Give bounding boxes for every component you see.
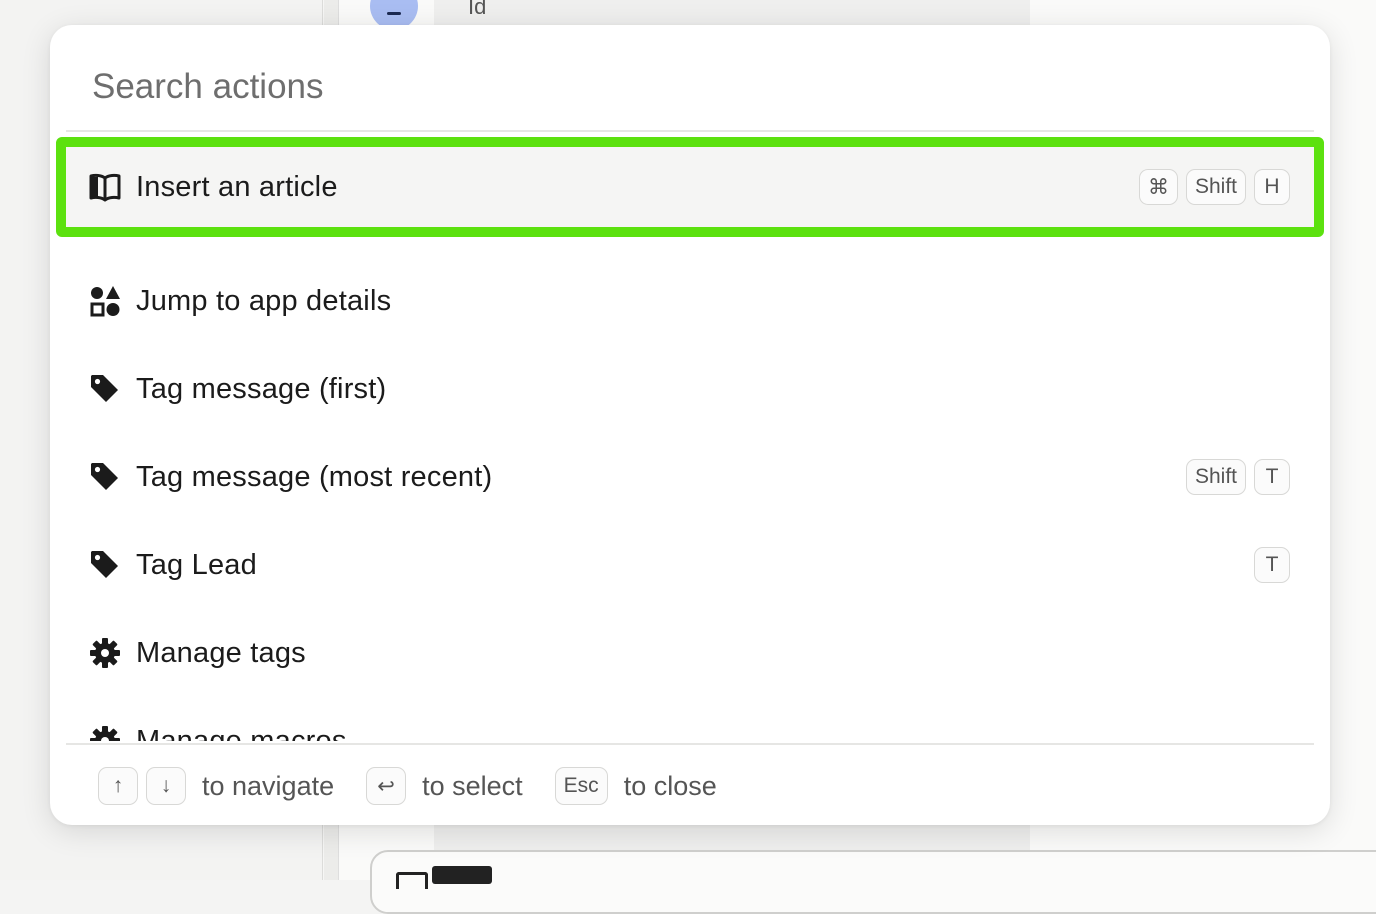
background-card <box>370 850 1376 914</box>
search-input[interactable] <box>90 61 1194 113</box>
background-card-icon <box>396 872 428 889</box>
arrow-down-icon: ↓ <box>146 767 186 805</box>
tag-icon <box>88 460 122 494</box>
background-id-label: Id <box>468 0 486 20</box>
background-card-text <box>432 866 492 884</box>
action-label: Tag message (first) <box>136 373 386 406</box>
action-item-tag-message-first[interactable]: Tag message (first) <box>66 350 1314 428</box>
action-item-jump-app-details[interactable]: Jump to app details <box>66 262 1314 340</box>
action-label: Tag Lead <box>136 549 257 582</box>
close-hint-group: Esc to close <box>555 767 749 805</box>
shortcut-key: Shift <box>1186 459 1246 495</box>
book-open-icon <box>88 170 122 204</box>
action-label: Manage tags <box>136 637 306 670</box>
shortcut-keys: ⌘ Shift H <box>1139 169 1290 205</box>
tag-icon <box>88 372 122 406</box>
navigate-hint-group: ↑ ↓ to navigate <box>98 767 366 805</box>
action-item-tag-message-recent[interactable]: Tag message (most recent) Shift T <box>66 438 1314 516</box>
arrow-up-icon: ↑ <box>98 767 138 805</box>
action-label: Insert an article <box>136 171 338 204</box>
palette-footer: ↑ ↓ to navigate ↩ to select Esc to close <box>66 743 1314 825</box>
select-hint-group: ↩ to select <box>366 767 555 805</box>
shortcut-key: T <box>1254 547 1290 583</box>
action-item-insert-article[interactable]: Insert an article ⌘ Shift H <box>56 137 1324 237</box>
action-item-tag-lead[interactable]: Tag Lead T <box>66 526 1314 604</box>
gear-icon <box>88 636 122 670</box>
action-list: Insert an article ⌘ Shift H Jump to app … <box>50 133 1330 741</box>
apps-shapes-icon <box>88 284 122 318</box>
shortcut-keys: T <box>1254 547 1290 583</box>
tag-icon <box>88 548 122 582</box>
navigate-hint: to navigate <box>202 771 334 802</box>
gear-icon <box>88 724 122 741</box>
action-item-manage-tags[interactable]: Manage tags <box>66 614 1314 692</box>
shortcut-key: T <box>1254 459 1290 495</box>
select-hint: to select <box>422 771 523 802</box>
search-bar <box>66 25 1314 132</box>
action-item-manage-macros[interactable]: Manage macros <box>66 702 1314 741</box>
command-palette: Insert an article ⌘ Shift H Jump to app … <box>50 25 1330 825</box>
action-label: Tag message (most recent) <box>136 461 492 494</box>
shortcut-keys: Shift T <box>1186 459 1290 495</box>
close-hint: to close <box>624 771 717 802</box>
enter-key-icon: ↩ <box>366 767 406 805</box>
action-label: Jump to app details <box>136 285 391 318</box>
esc-key: Esc <box>555 767 608 805</box>
action-label: Manage macros <box>136 725 347 742</box>
shortcut-key: ⌘ <box>1139 169 1178 205</box>
shortcut-key: H <box>1254 169 1290 205</box>
shortcut-key: Shift <box>1186 169 1246 205</box>
